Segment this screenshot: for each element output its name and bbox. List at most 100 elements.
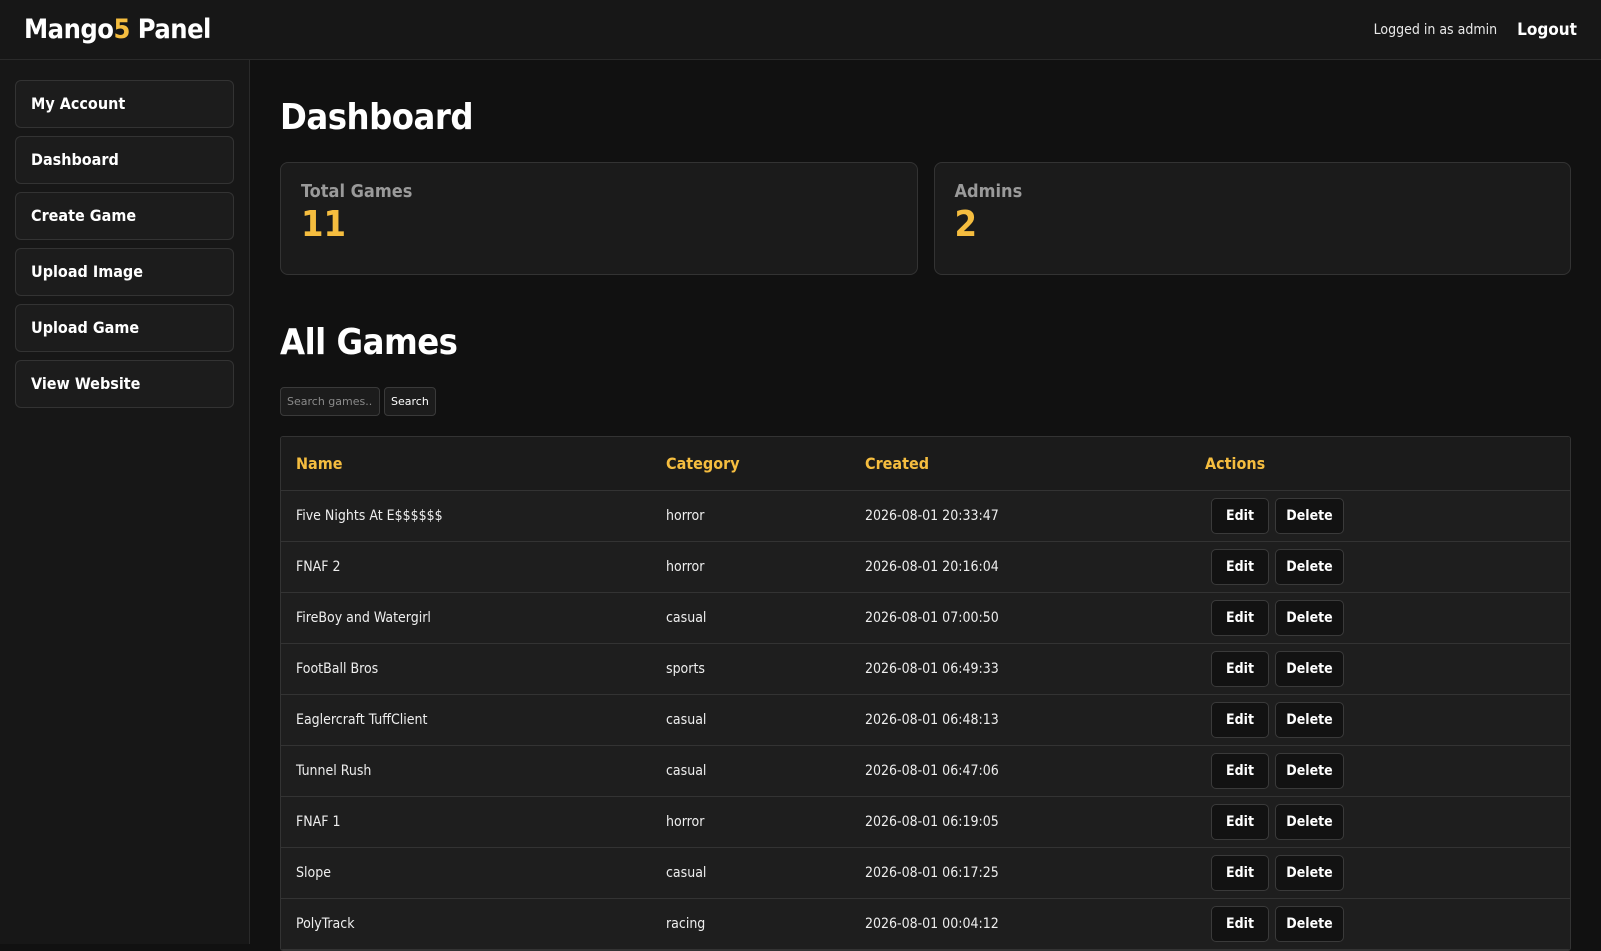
delete-button[interactable]: Delete [1275, 752, 1344, 789]
actions-group: Edit Delete [1205, 854, 1555, 891]
actions-group: Edit Delete [1205, 752, 1555, 789]
actions-group: Edit Delete [1205, 803, 1555, 840]
search-input[interactable] [280, 387, 380, 416]
stat-card-admins: Admins 2 [933, 162, 1571, 275]
table-body: Five Nights At E$$$$$$ horror 2026-08-01 2… [281, 490, 1570, 950]
stat-label: Total Games [301, 181, 413, 202]
games-table: Name Category Created Actions Five Night… [280, 436, 1571, 951]
row-actions: Edit Delete [1190, 847, 1570, 899]
search-button[interactable]: Search [384, 387, 436, 416]
row-actions: Edit Delete [1190, 643, 1570, 695]
game-category: racing [651, 898, 850, 950]
user-area: Logged in as admin Logout [1374, 20, 1577, 40]
sidebar: My Account Dashboard Create Game Upload … [0, 60, 250, 944]
table-row: Eaglercraft TuffClient casual 2026-08-01 0… [281, 694, 1570, 746]
actions-group: Edit Delete [1205, 650, 1555, 687]
game-created: 2026-08-01 06:49:33 [850, 643, 1190, 695]
logo[interactable]: Mango5 Panel [24, 14, 211, 45]
page-title: Dashboard [280, 97, 474, 138]
table-row: Five Nights At E$$$$$$ horror 2026-08-01 2… [281, 490, 1570, 542]
edit-button[interactable]: Edit [1211, 548, 1269, 585]
delete-button[interactable]: Delete [1275, 548, 1344, 585]
column-header-category: Category [651, 437, 850, 491]
actions-group: Edit Delete [1205, 701, 1555, 738]
sidebar-item-view-website[interactable]: View Website [15, 360, 234, 408]
delete-button[interactable]: Delete [1275, 650, 1344, 687]
delete-button[interactable]: Delete [1275, 803, 1344, 840]
game-category: casual [651, 847, 850, 899]
game-name: Tunnel Rush [281, 745, 651, 797]
delete-button[interactable]: Delete [1275, 854, 1344, 891]
stat-label: Admins [954, 181, 1023, 202]
game-created: 2026-08-01 06:48:13 [850, 694, 1190, 746]
row-actions: Edit Delete [1190, 592, 1570, 644]
game-category: horror [651, 541, 850, 593]
edit-button[interactable]: Edit [1211, 599, 1269, 636]
table-row: Tunnel Rush casual 2026-08-01 06:47:06 Edit… [281, 745, 1570, 797]
game-category: horror [651, 796, 850, 848]
delete-button[interactable]: Delete [1275, 497, 1344, 534]
delete-button[interactable]: Delete [1275, 701, 1344, 738]
game-created: 2026-08-01 20:33:47 [850, 490, 1190, 542]
top-bar: Mango5 Panel Logged in as admin Logout [0, 0, 1601, 60]
column-header-name: Name [281, 437, 651, 491]
table-row: FireBoy and Watergirl casual 2026-08-01 07… [281, 592, 1570, 644]
edit-button[interactable]: Edit [1211, 803, 1269, 840]
edit-button[interactable]: Edit [1211, 905, 1269, 942]
edit-button[interactable]: Edit [1211, 701, 1269, 738]
actions-group: Edit Delete [1205, 548, 1555, 585]
logo-suffix: Panel [129, 14, 212, 45]
edit-button[interactable]: Edit [1211, 752, 1269, 789]
logged-in-text: Logged in as admin [1373, 21, 1498, 38]
column-header-actions: Actions [1190, 437, 1570, 491]
game-created: 2026-08-01 07:00:50 [850, 592, 1190, 644]
table-row: PolyTrack racing 2026-08-01 00:04:12 Edit De… [281, 898, 1570, 950]
sidebar-item-create-game[interactable]: Create Game [15, 192, 234, 240]
edit-button[interactable]: Edit [1211, 854, 1269, 891]
edit-button[interactable]: Edit [1211, 497, 1269, 534]
game-name: PolyTrack [281, 898, 651, 950]
game-name: Five Nights At E$$$$$$ [281, 490, 651, 542]
game-created: 2026-08-01 06:19:05 [850, 796, 1190, 848]
sidebar-item-upload-game[interactable]: Upload Game [15, 304, 234, 352]
table-header-row: Name Category Created Actions [281, 437, 1570, 491]
logout-link[interactable]: Logout [1517, 20, 1577, 40]
column-header-created: Created [850, 437, 1190, 491]
game-created: 2026-08-01 06:17:25 [850, 847, 1190, 899]
sidebar-item-dashboard[interactable]: Dashboard [15, 136, 234, 184]
sidebar-item-upload-image[interactable]: Upload Image [15, 248, 234, 296]
logo-accent: 5 [113, 14, 130, 45]
game-name: FootBall Bros [281, 643, 651, 695]
sidebar-item-my-account[interactable]: My Account [15, 80, 234, 128]
stat-card-total-games: Total Games 11 [280, 162, 918, 275]
row-actions: Edit Delete [1190, 541, 1570, 593]
table-row: FNAF 2 horror 2026-08-01 20:16:04 Edit Delet… [281, 541, 1570, 593]
game-created: 2026-08-01 20:16:04 [850, 541, 1190, 593]
actions-group: Edit Delete [1205, 599, 1555, 636]
game-created: 2026-08-01 00:04:12 [850, 898, 1190, 950]
table-row: FNAF 1 horror 2026-08-01 06:19:05 Edit Delet… [281, 796, 1570, 848]
row-actions: Edit Delete [1190, 745, 1570, 797]
delete-button[interactable]: Delete [1275, 599, 1344, 636]
main-content: Dashboard Total Games 11 Admins 2 All Ga… [250, 60, 1601, 951]
row-actions: Edit Delete [1190, 898, 1570, 950]
game-name: Slope [281, 847, 651, 899]
logo-prefix: Mango [24, 14, 114, 45]
actions-group: Edit Delete [1205, 497, 1555, 534]
edit-button[interactable]: Edit [1211, 650, 1269, 687]
game-created: 2026-08-01 06:47:06 [850, 745, 1190, 797]
game-category: casual [651, 745, 850, 797]
game-name: Eaglercraft TuffClient [281, 694, 651, 746]
game-category: sports [651, 643, 850, 695]
delete-button[interactable]: Delete [1275, 905, 1344, 942]
stat-value: 2 [954, 204, 978, 245]
actions-group: Edit Delete [1205, 905, 1555, 942]
game-name: FNAF 2 [281, 541, 651, 593]
table-row: Slope casual 2026-08-01 06:17:25 Edit Delete [281, 847, 1570, 899]
game-category: casual [651, 592, 850, 644]
search-bar: Search [280, 387, 1571, 416]
stats-row: Total Games 11 Admins 2 [280, 162, 1571, 275]
game-name: FNAF 1 [281, 796, 651, 848]
game-category: horror [651, 490, 850, 542]
row-actions: Edit Delete [1190, 694, 1570, 746]
